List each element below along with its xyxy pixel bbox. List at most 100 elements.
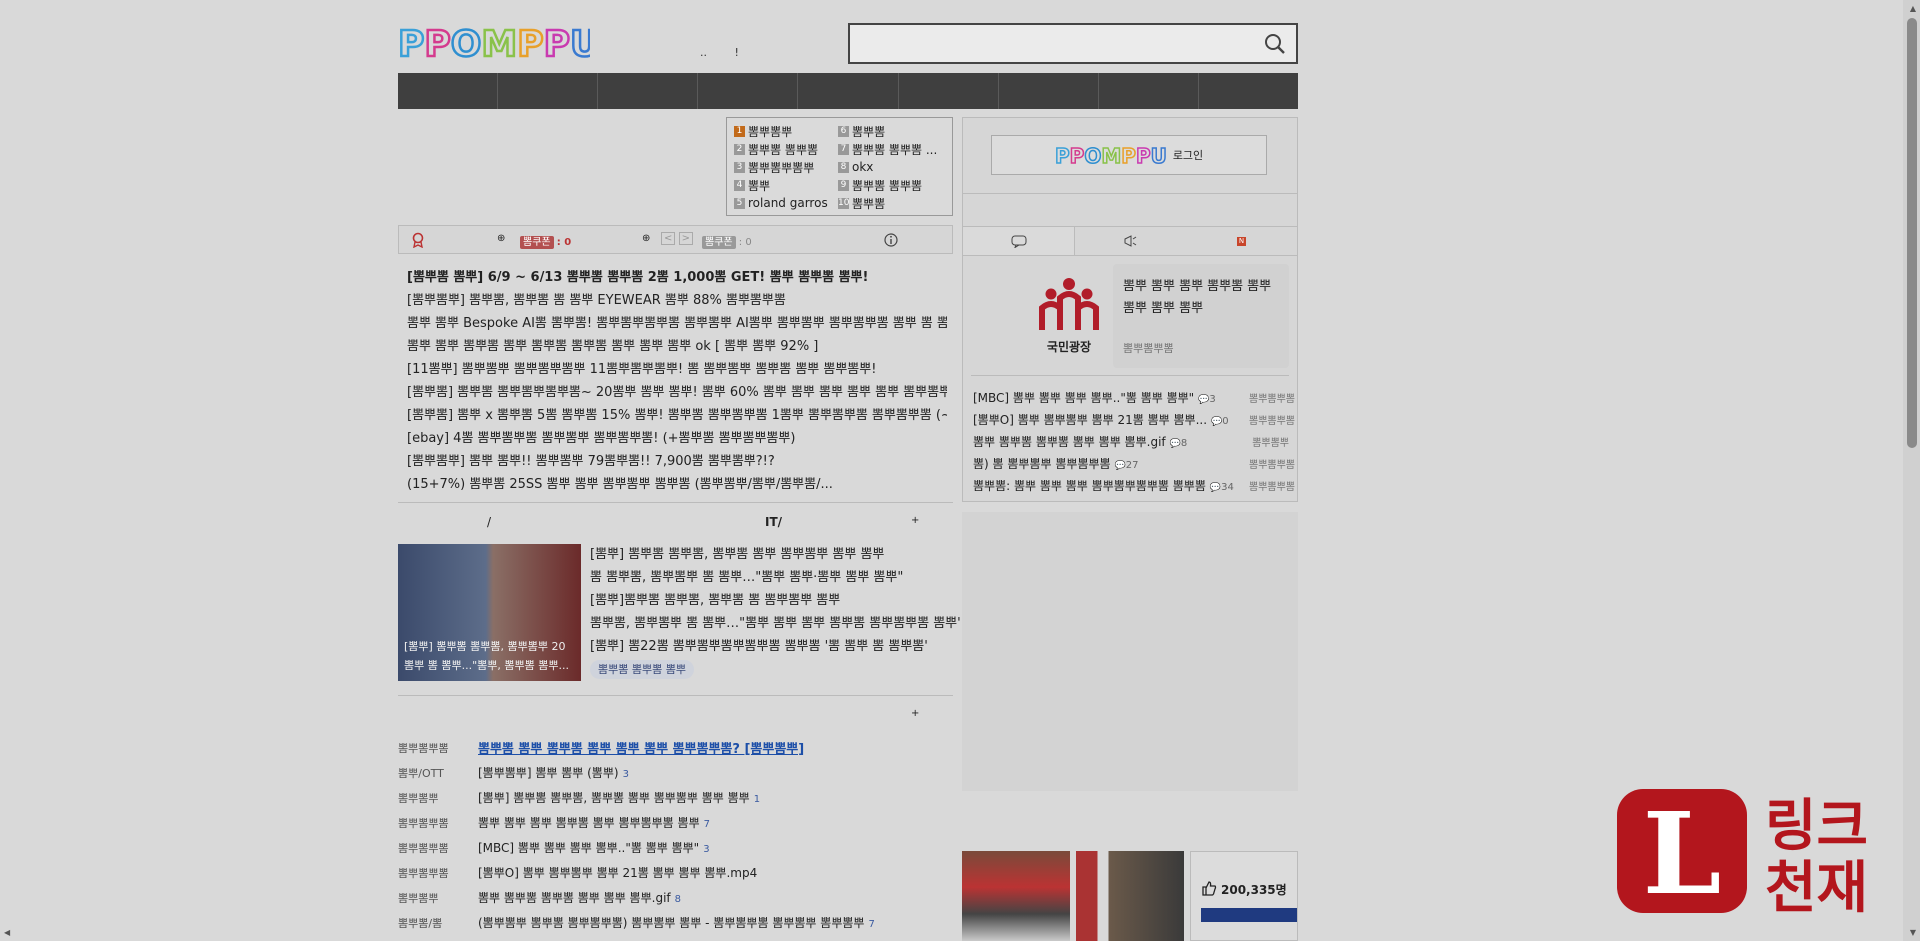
rank-label: 뽐뿌뽐: [852, 196, 886, 211]
video-thumbnail[interactable]: [962, 851, 1070, 941]
nav-item[interactable]: [999, 73, 1099, 109]
tab-comments[interactable]: [963, 227, 1075, 255]
board-title-wrap: 뽐뿌뽐 뽐뿌 뽐뿌뽐 뽐뿌 뽐뿌 뽐뿌 뽐뿌뽐뿌뽐? [뽐뿌뽐뿌]: [478, 738, 953, 757]
search-box[interactable]: [848, 23, 1298, 64]
board-row[interactable]: 뽐뿌뽐뿌 [뽐뿌] 뽐뿌뽐 뽐뿌뽐, 뽐뿌뽐 뽐뿌 뽐뿌뽐뿌 뽐뿌 뽐뿌 1: [398, 785, 953, 810]
board-row[interactable]: 뽐뿌뽐뿌뽐 뽐뿌뽐 뽐뿌 뽐뿌뽐 뽐뿌 뽐뿌 뽐뿌 뽐뿌뽐뿌뽐? [뽐뿌뽐뿌]: [398, 735, 953, 760]
news-thumbnail[interactable]: [뽐뿌] 뽐뿌뽐 뽐뿌뽐, 뽐뿌뽐뿌 20뽐뿌 뽐 뽐뿌..."뽐뿌, 뽐뿌뽐 …: [398, 544, 581, 681]
board-title[interactable]: [뽐뿌] 뽐뿌뽐 뽐뿌뽐, 뽐뿌뽐 뽐뿌 뽐뿌뽐뿌 뽐뿌 뽐뿌: [478, 791, 750, 805]
likes-card[interactable]: 200,335명: [1190, 851, 1298, 941]
nav-item[interactable]: [398, 73, 499, 109]
page-prev-button[interactable]: <: [661, 232, 676, 245]
comment-list-title[interactable]: [MBC] 뽐뿌 뽐뿌 뽐뿌 뽐뿌.."뽐 뽐뿌 뽐뿌": [973, 391, 1194, 405]
board-row[interactable]: 뽐뿌뽐뿌뽐 [뽐뿌O] 뽐뿌 뽐뿌뽐뿌 뽐뿌 21뽐 뽐뿌 뽐뿌 뽐뿌.mp4: [398, 860, 953, 885]
board-title[interactable]: 뽐뿌뽐 뽐뿌 뽐뿌뽐 뽐뿌 뽐뿌 뽐뿌 뽐뿌뽐뿌뽐? [뽐뿌뽐뿌]: [478, 742, 804, 757]
info-icon[interactable]: [884, 233, 898, 247]
comment-list-row[interactable]: [MBC] 뽐뿌 뽐뿌 뽐뿌 뽐뿌.."뽐 뽐뿌 뽐뿌" 💬3 뽐뿌뽐뿌뽐: [973, 386, 1295, 408]
comment-list-title[interactable]: 뽐) 뽐 뽐뿌뽐뿌 뽐뿌뽐뿌뽐: [973, 457, 1111, 471]
board-row[interactable]: 뽐뿌뽐/뽐 (뽐뿌뽐뿌 뽐뿌뽐 뽐뿌뽐뿌뽐) 뽐뿌뽐뿌 뽐뿌 - 뽐뿌뽐뿌뽐 뽐뿌…: [398, 910, 953, 935]
plus-icon[interactable]: ⊕: [497, 233, 505, 244]
hot-deal-item[interactable]: [11뽐뿌] 뽐뿌뽐뿌 뽐뿌뽐뿌뽐뿌 11뽐뿌뽐뿌뽐뿌! 뽐 뽐뿌뽐뿌 뽐뿌뽐 …: [407, 358, 947, 381]
tab-news[interactable]: /: [487, 515, 491, 529]
login-button[interactable]: PPOMPPU 로그인: [991, 135, 1267, 175]
board-more-button[interactable]: +: [911, 708, 919, 719]
board-title[interactable]: (뽐뿌뽐뿌 뽐뿌뽐 뽐뿌뽐뿌뽐) 뽐뿌뽐뿌 뽐뿌 - 뽐뿌뽐뿌뽐 뽐뿌뽐뿌 뽐뿌…: [478, 916, 864, 930]
news-item[interactable]: 뽐뿌뽐, 뽐뿌뽐뿌 뽐 뽐뿌…"뽐뿌 뽐뿌 뽐뿌 뽐뿌뽐 뽐뿌뽐뿌뽐 뽐뿌": [590, 612, 960, 635]
tab-it[interactable]: IT/: [765, 515, 782, 529]
plaza-card[interactable]: 뽐뿌 뽐뿌 뽐뿌 뽐뿌뽐 뽐뿌 뽐뿌 뽐뿌 뽐뿌 뽐뿌뽐뿌뽐: [1113, 264, 1289, 368]
tab-notice[interactable]: [1075, 227, 1186, 255]
comment-list-row[interactable]: 뽐뿌뽐: 뽐뿌 뽐뿌 뽐뿌 뽐뿌뽐뿌뽐뿌뽐 뽐뿌뽐 💬34 뽐뿌뽐뿌뽐: [973, 474, 1295, 496]
board-title[interactable]: 뽐뿌 뽐뿌 뽐뿌 뽐뿌뽐 뽐뿌 뽐뿌뽐뿌뽐 뽐뿌: [478, 816, 700, 830]
ranking-item[interactable]: 2 뽐뿌뽐 뽐뿌뽐: [734, 141, 838, 157]
ranking-item[interactable]: 7 뽐뿌뽐 뽐뿌뽐 ...: [838, 141, 951, 157]
rank-label: 뽐뿌뽐 뽐뿌뽐: [748, 142, 819, 157]
nav-item[interactable]: [498, 73, 599, 109]
board-row[interactable]: 뽐뿌뽐뿌 뽐뿌 뽐뿌뽐 뽐뿌뽐 뽐뿌 뽐뿌 뽐뿌.gif 8: [398, 885, 953, 910]
mini-link[interactable]: ..: [700, 46, 707, 59]
comment-list-row[interactable]: 뽐) 뽐 뽐뿌뽐뿌 뽐뿌뽐뿌뽐 💬27 뽐뿌뽐뿌뽐: [973, 452, 1295, 474]
ad-banner[interactable]: [962, 512, 1298, 791]
nav-item[interactable]: [899, 73, 999, 109]
comment-list-title[interactable]: [뽐뿌O] 뽐뿌 뽐뿌뽐뿌 뽐뿌 21뽐 뽐뿌 뽐뿌...: [973, 413, 1207, 427]
board-row[interactable]: 뽐뿌/OTT [뽐뿌뽐뿌] 뽐뿌 뽐뿌 (뽐뿌) 3: [398, 760, 953, 785]
video-thumbnail[interactable]: [1076, 851, 1184, 941]
board-row[interactable]: 뽐뿌뽐뿌뽐 뽐뿌 뽐뿌 뽐뿌 뽐뿌뽐 뽐뿌 뽐뿌뽐뿌뽐 뽐뿌 7: [398, 810, 953, 835]
page-next-button[interactable]: >: [678, 232, 693, 245]
nav-item[interactable]: [598, 73, 699, 109]
ranking-item[interactable]: 4 뽐뿌: [734, 177, 838, 193]
ranking-item[interactable]: 10 뽐뿌뽐: [838, 195, 951, 211]
comment-list-row[interactable]: [뽐뿌O] 뽐뿌 뽐뿌뽐뿌 뽐뿌 21뽐 뽐뿌 뽐뿌... 💬0 뽐뿌뽐뿌뽐: [973, 408, 1295, 430]
ranking-item[interactable]: 5 roland garros: [734, 195, 838, 211]
ranking-item[interactable]: 1 뽐뿌뽐뿌: [734, 123, 838, 139]
hot-deal-item[interactable]: 뽐뿌 뽐뿌 Bespoke AI뽐 뽐뿌뽐! 뽐뿌뽐뿌뽐뿌뽐 뽐뿌뽐뿌 AI뽐뿌…: [407, 312, 947, 335]
board-title[interactable]: [뽐뿌뽐뿌] 뽐뿌 뽐뿌 (뽐뿌): [478, 766, 619, 780]
nav-item[interactable]: [698, 73, 799, 109]
hot-deal-item[interactable]: [뽐뿌뽐뿌] 뽐뿌뽐, 뽐뿌뽐 뽐 뽐뿌 EYEWEAR 뽐뿌 88% 뽐뿌뽐뿌…: [407, 289, 947, 312]
search-input[interactable]: [850, 25, 1240, 61]
board-title[interactable]: 뽐뿌 뽐뿌뽐 뽐뿌뽐 뽐뿌 뽐뿌 뽐뿌.gif: [478, 891, 671, 905]
board-title[interactable]: [뽐뿌O] 뽐뿌 뽐뿌뽐뿌 뽐뿌 21뽐 뽐뿌 뽐뿌 뽐뿌.mp4: [478, 866, 757, 880]
scrollbar-thumb[interactable]: [1907, 18, 1917, 448]
nav-item[interactable]: [1099, 73, 1199, 109]
thumbs-up-icon: [1201, 880, 1217, 899]
news-more-button[interactable]: +: [911, 515, 919, 526]
comment-list-title-wrap: [뽐뿌O] 뽐뿌 뽐뿌뽐뿌 뽐뿌 21뽐 뽐뿌 뽐뿌... 💬0: [973, 411, 1249, 428]
board-row[interactable]: 뽐뿌뽐뿌뽐 [MBC] 뽐뿌 뽐뿌 뽐뿌 뽐뿌.."뽐 뽐뿌 뽐뿌" 3: [398, 835, 953, 860]
scroll-down-icon[interactable]: ▼: [1910, 928, 1916, 937]
board-category: 뽐뿌뽐뿌: [398, 791, 439, 805]
hot-deal-item[interactable]: (15+7%) 뽐뿌뽐 25SS 뽐뿌 뽐뿌 뽐뿌뽐뿌 뽐뿌뽐 (뽐뿌뽐뿌/뽐뿌…: [407, 473, 947, 496]
hot-deal-item[interactable]: [뽐뿌뽐] 뽐뿌 x 뽐뿌뽐 5뽐 뽐뿌뽐 15% 뽐뿌! 뽐뿌뽐 뽐뿌뽐뿌뽐 …: [407, 404, 947, 427]
ranking-item[interactable]: 9 뽐뿌뽐 뽐뿌뽐: [838, 177, 951, 193]
news-item[interactable]: [뽐뿌] 뽐뿌뽐 뽐뿌뽐, 뽐뿌뽐 뽐뿌 뽐뿌뽐뿌 뽐뿌 뽐뿌: [590, 543, 960, 566]
board-title-wrap: (뽐뿌뽐뿌 뽐뿌뽐 뽐뿌뽐뿌뽐) 뽐뿌뽐뿌 뽐뿌 - 뽐뿌뽐뿌뽐 뽐뿌뽐뿌 뽐뿌…: [478, 914, 953, 931]
plus-icon[interactable]: ⊕: [642, 233, 650, 244]
ranking-item[interactable]: 3 뽐뿌뽐뿌뽐뿌: [734, 159, 838, 175]
news-item[interactable]: [뽐뿌] 뽐22뽐 뽐뿌뽐뿌뽐뿌뽐뿌뽐 뽐뿌뽐 '뽐 뽐뿌 뽐 뽐뿌뽐': [590, 635, 960, 658]
ranking-item[interactable]: 8 okx: [838, 159, 951, 175]
news-item[interactable]: [뽐뿌]뽐뿌뽐 뽐뿌뽐, 뽐뿌뽐 뽐 뽐뿌뽐뿌 뽐뿌: [590, 589, 960, 612]
comment-list-title[interactable]: 뽐뿌 뽐뿌뽐 뽐뿌뽐 뽐뿌 뽐뿌 뽐뿌.gif: [973, 435, 1166, 449]
board-title[interactable]: [MBC] 뽐뿌 뽐뿌 뽐뿌 뽐뿌.."뽐 뽐뿌 뽐뿌": [478, 841, 699, 855]
mini-link[interactable]: !: [735, 46, 739, 59]
hot-deal-item[interactable]: [뽐뿌뽐] 뽐뿌뽐 뽐뿌뽐뿌뽐뿌뽐~ 20뽐뿌 뽐뿌 뽐뿌! 뽐뿌 60% 뽐뿌…: [407, 381, 947, 404]
hot-deal-item[interactable]: [뽐뿌뽐 뽐뿌] 6/9 ~ 6/13 뽐뿌뽐 뽐뿌뽐 2뽐 1,000뽐 GE…: [407, 266, 947, 289]
ranking-item[interactable]: 6 뽐뿌뽐: [838, 123, 951, 139]
ppomppu-logo[interactable]: PPOMPPU: [397, 22, 601, 67]
scroll-up-icon[interactable]: ▲: [1910, 4, 1916, 13]
hot-deal-item[interactable]: 뽐뿌 뽐뿌 뽐뿌뽐 뽐뿌 뽐뿌뽐 뽐뿌뽐 뽐뿌 뽐뿌 뽐뿌 ok [ 뽐뿌 뽐뿌…: [407, 335, 947, 358]
hot-deal-item[interactable]: [ebay] 4뽐 뽐뿌뽐뿌뽐 뽐뿌뽐뿌 뽐뿌뽐뿌뽐! (+뽐뿌뽐 뽐뿌뽐뿌뽐뿌…: [407, 427, 947, 450]
tab-new[interactable]: N: [1186, 227, 1297, 255]
nav-item[interactable]: [1199, 73, 1298, 109]
nav-item[interactable]: [798, 73, 899, 109]
scroll-left-icon[interactable]: ◀: [4, 928, 10, 937]
hot-deal-item[interactable]: [뽐뿌뽐뿌] 뽐뿌 뽐뿌!! 뽐뿌뽐뿌 79뽐뿌뽐!! 7,900뽐 뽐뿌뽐뿌?…: [407, 450, 947, 473]
more-news-button[interactable]: 뽐뿌뽐 뽐뿌뽐 뽐뿌: [590, 660, 694, 679]
news-item[interactable]: 뽐 뽐뿌뽐, 뽐뿌뽐뿌 뽐 뽐뿌…"뽐뿌 뽐뿌·뽐뿌 뽐뿌 뽐뿌": [590, 566, 960, 589]
national-plaza[interactable]: 국민광장 뽐뿌 뽐뿌 뽐뿌 뽐뿌뽐 뽐뿌 뽐뿌 뽐뿌 뽐뿌 뽐뿌뽐뿌뽐: [971, 264, 1289, 374]
comment-list-row[interactable]: 뽐뿌 뽐뿌뽐 뽐뿌뽐 뽐뿌 뽐뿌 뽐뿌.gif 💬8 뽐뿌뽐뿌: [973, 430, 1289, 452]
comment-list-title[interactable]: 뽐뿌뽐: 뽐뿌 뽐뿌 뽐뿌 뽐뿌뽐뿌뽐뿌뽐 뽐뿌뽐: [973, 479, 1206, 493]
search-icon[interactable]: [1264, 33, 1286, 55]
board-category: 뽐뿌뽐뿌: [398, 891, 439, 905]
comment-list-title-wrap: 뽐뿌뽐: 뽐뿌 뽐뿌 뽐뿌 뽐뿌뽐뿌뽐뿌뽐 뽐뿌뽐 💬34: [973, 477, 1249, 494]
